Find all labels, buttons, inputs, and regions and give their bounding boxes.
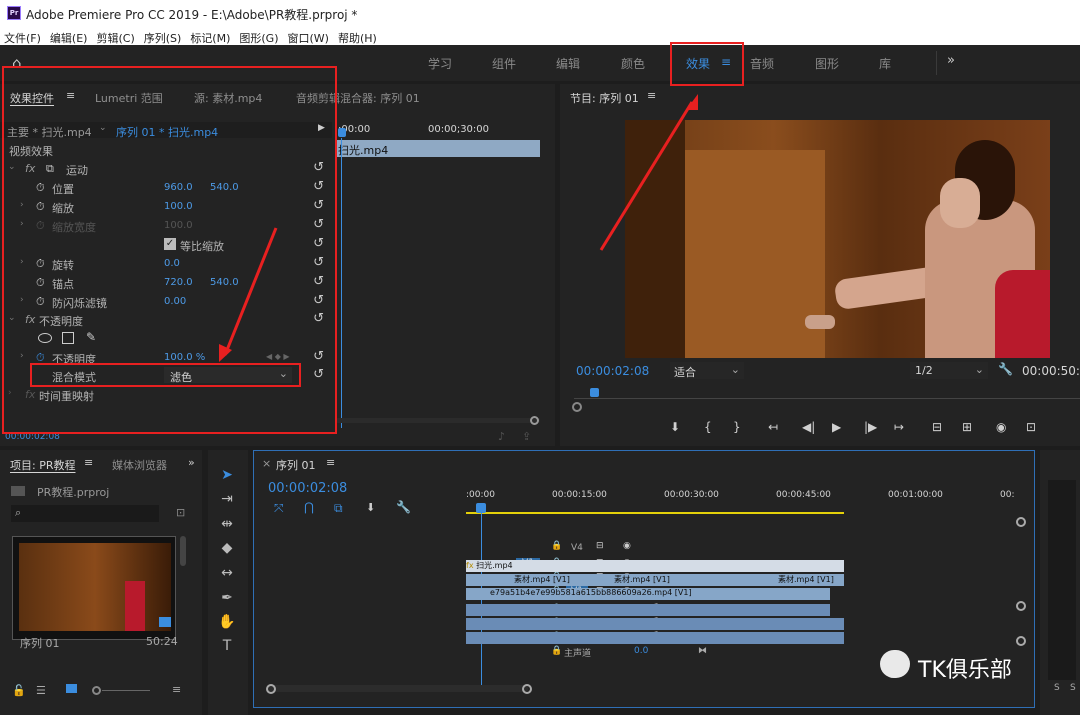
wechat-logo-icon [880, 650, 910, 678]
arrow-to-blend-mode [223, 227, 278, 356]
arrowhead-blend [219, 344, 232, 362]
watermark-text: TK俱乐部 [918, 658, 1012, 683]
arrow-to-effects [599, 101, 694, 251]
annotation-arrows [219, 94, 698, 362]
